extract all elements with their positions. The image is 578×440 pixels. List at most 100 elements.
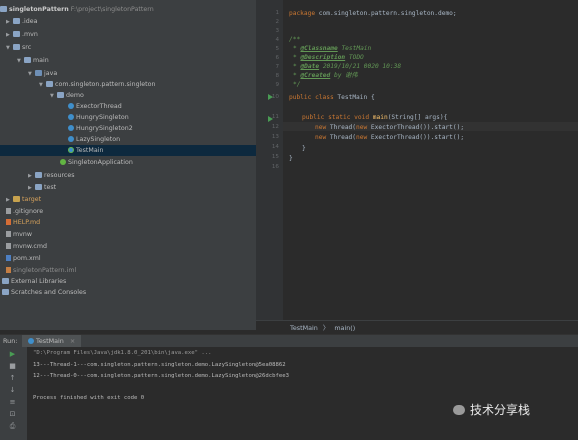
tree-item-label: mvnw xyxy=(13,231,33,238)
keyword: new xyxy=(315,124,327,131)
line-number: 7 xyxy=(275,64,279,70)
tree-item-gitignore[interactable]: .gitignore xyxy=(0,206,256,217)
breadcrumb-method[interactable]: main() xyxy=(334,324,355,332)
tree-item-label: HungrySingleton xyxy=(76,114,129,121)
tree-item-hungrysingleton[interactable]: HungrySingleton xyxy=(0,112,256,123)
doc-text: TestMain xyxy=(337,45,372,52)
chevron-right-icon: ▶ xyxy=(6,19,10,25)
tree-item-java[interactable]: ▼ java xyxy=(0,68,256,79)
tree-item-label: mvnw.cmd xyxy=(13,243,48,250)
code-line: } xyxy=(302,144,306,153)
method-name: main xyxy=(369,114,388,121)
code-text: Thread( xyxy=(326,124,356,131)
line-number: 12 xyxy=(271,124,279,130)
tree-item-mvnw-cmd[interactable]: mvnw.cmd xyxy=(0,241,256,252)
keyword: new xyxy=(356,134,368,141)
markdown-icon xyxy=(6,219,11,225)
pin-icon[interactable]: ⊡ xyxy=(8,411,17,418)
run-gutter-icon[interactable] xyxy=(268,94,273,100)
tree-item-package[interactable]: ▼ com.singleton.pattern.singleton xyxy=(0,79,256,90)
library-icon xyxy=(2,278,9,284)
run-gutter-icon[interactable] xyxy=(268,116,273,122)
iml-icon xyxy=(6,267,11,273)
tree-item-src[interactable]: ▼ src xyxy=(0,42,256,53)
tree-item-pom[interactable]: pom.xml xyxy=(0,253,256,264)
folder-icon xyxy=(13,18,20,24)
line-number: 8 xyxy=(275,73,279,79)
chevron-right-icon: ▶ xyxy=(6,197,10,203)
code-text: (String[] args){ xyxy=(387,114,448,121)
print-icon[interactable]: ⎙ xyxy=(8,423,17,430)
tree-item-label: HungrySingleton2 xyxy=(76,125,133,132)
watermark: 技术分享栈 xyxy=(453,401,530,418)
line-number: 3 xyxy=(275,28,279,34)
console-output[interactable] xyxy=(27,347,578,440)
line-number: 2 xyxy=(275,19,279,25)
folder-icon xyxy=(0,6,7,12)
tree-item-label: LazySingleton xyxy=(76,136,121,143)
close-icon[interactable]: × xyxy=(70,337,75,345)
tree-item-mvnw[interactable]: mvnw xyxy=(0,229,256,240)
tree-item-label: Scratches and Consoles xyxy=(11,289,87,296)
code-text: } xyxy=(289,155,293,162)
breadcrumb-class[interactable]: TestMain xyxy=(290,324,318,332)
tree-root-label: singletonPattern xyxy=(9,6,69,13)
folder-icon xyxy=(35,184,42,190)
tree-item-scratches[interactable]: Scratches and Consoles xyxy=(0,287,256,298)
line-number: 9 xyxy=(275,82,279,88)
tree-item-test[interactable]: ▶ test xyxy=(0,182,256,193)
tree-item-iml[interactable]: singletonPattern.iml xyxy=(0,265,256,276)
code-line: public static void main(String[] args){ xyxy=(302,113,447,122)
console-line: 13---Thread-1---com.singleton.pattern.si… xyxy=(33,362,286,368)
tree-item-external-libraries[interactable]: External Libraries xyxy=(0,276,256,287)
chevron-right-icon: ▶ xyxy=(6,32,10,38)
code-line: */ xyxy=(293,80,300,89)
class-icon xyxy=(68,147,74,153)
up-icon[interactable]: ↑ xyxy=(8,375,17,382)
down-icon[interactable]: ↓ xyxy=(8,387,17,394)
class-icon xyxy=(68,136,74,142)
tree-item-lazysingleton[interactable]: LazySingleton xyxy=(0,134,256,145)
code-line: * @Description TODO xyxy=(293,54,364,61)
line-number: 6 xyxy=(275,55,279,61)
tree-item-label: .gitignore xyxy=(13,208,44,215)
line-number: 15 xyxy=(271,154,279,160)
doc-text: */ xyxy=(293,81,301,88)
keyword: new xyxy=(315,134,327,141)
soft-wrap-icon[interactable]: ≡ xyxy=(8,399,17,406)
tree-item-hungrysingleton2[interactable]: HungrySingleton2 xyxy=(0,123,256,134)
tree-item-mvn[interactable]: ▶ .mvn xyxy=(0,29,256,40)
maven-icon xyxy=(6,255,11,261)
tree-root-path: F:\project\singletonPattern xyxy=(70,6,154,13)
code-line: * @Created by 谢伟 xyxy=(293,72,358,79)
tree-item-testmain[interactable]: TestMain xyxy=(0,145,256,156)
tree-item-target[interactable]: ▶ target xyxy=(0,194,256,205)
tree-item-label: ExectorThread xyxy=(76,103,122,110)
tree-item-demo[interactable]: ▼ demo xyxy=(0,90,256,101)
tree-item-idea[interactable]: ▶ .idea xyxy=(0,16,256,27)
tree-item-singletonapplication[interactable]: SingletonApplication xyxy=(0,157,256,168)
code-text: TestMain { xyxy=(333,94,375,101)
line-number: 4 xyxy=(275,37,279,43)
doc-text: 2019/10/21 0020 10:38 xyxy=(319,63,402,70)
wechat-icon xyxy=(453,405,465,415)
rerun-icon[interactable]: ▶ xyxy=(8,351,17,358)
tree-item-resources[interactable]: ▶ resources xyxy=(0,170,256,181)
stop-icon[interactable]: ■ xyxy=(8,363,17,370)
keyword: new xyxy=(356,124,368,131)
breadcrumb-separator: 〉 xyxy=(322,324,330,332)
code-text: } xyxy=(302,145,306,152)
tree-item-label: resources xyxy=(44,172,75,179)
tree-item-label: pom.xml xyxy=(13,255,41,262)
chevron-right-icon: ▶ xyxy=(28,185,32,191)
tree-root[interactable]: singletonPattern F:\project\singletonPat… xyxy=(0,4,256,15)
doc-tag: @Date xyxy=(300,63,320,70)
tree-item-exectorthread[interactable]: ExectorThread xyxy=(0,101,256,112)
doc-tag: @Created xyxy=(300,72,331,79)
tree-item-main[interactable]: ▼ main xyxy=(0,55,256,66)
tree-item-help[interactable]: HELP.md xyxy=(0,217,256,228)
code-line: public class TestMain { xyxy=(289,93,375,102)
source-folder-icon xyxy=(35,70,42,76)
code-text: ExectorThread()).start(); xyxy=(367,124,465,131)
code-line: new Thread(new ExectorThread()).start(); xyxy=(315,123,464,132)
